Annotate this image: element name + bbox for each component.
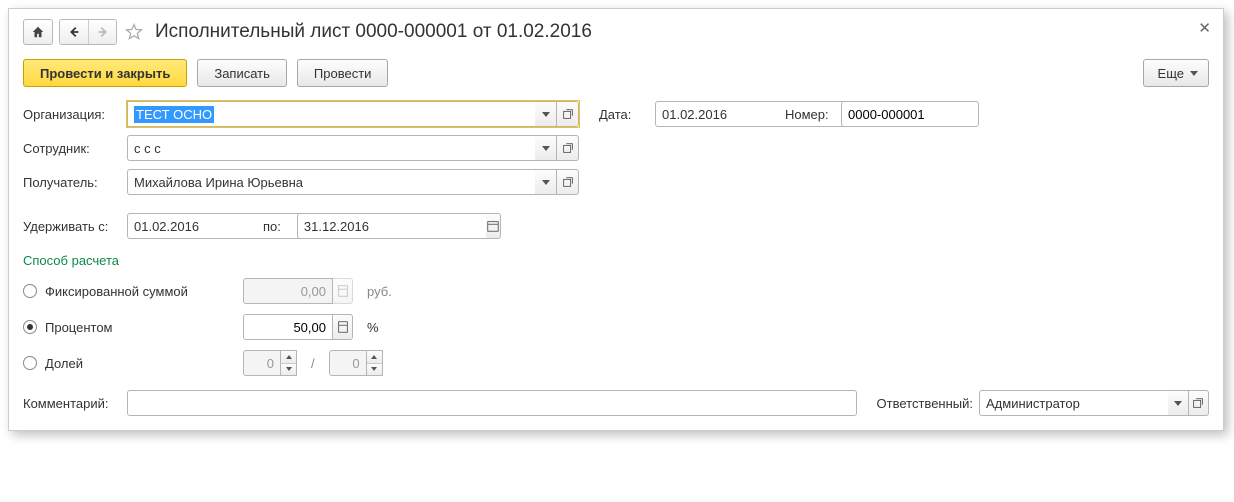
number-input[interactable] — [841, 101, 979, 127]
recipient-field-group — [127, 169, 579, 195]
fraction-slash: / — [311, 356, 315, 371]
fraction-num-input — [243, 350, 281, 376]
withhold-from-label: Удерживать с: — [23, 219, 121, 234]
radio-fixed-amount-label: Фиксированной суммой — [45, 284, 235, 299]
percent-unit: % — [367, 320, 379, 335]
responsible-input[interactable] — [979, 390, 1168, 416]
organization-label: Организация: — [23, 107, 121, 122]
forward-button[interactable] — [88, 20, 116, 44]
withhold-from-input[interactable] — [127, 213, 316, 239]
chevron-down-icon — [542, 180, 550, 185]
fraction-den-spinner — [367, 350, 383, 376]
chevron-down-icon — [542, 146, 550, 151]
chevron-down-icon — [286, 367, 292, 371]
recipient-open-button[interactable] — [557, 169, 579, 195]
arrow-left-icon — [67, 25, 81, 39]
withhold-to-calendar-button[interactable] — [486, 213, 501, 239]
more-button[interactable]: Еще — [1143, 59, 1209, 87]
spin-down — [281, 364, 296, 376]
withhold-to-group — [297, 213, 417, 239]
employee-open-button[interactable] — [557, 135, 579, 161]
percent-input[interactable] — [243, 314, 333, 340]
footer-row: Комментарий: Ответственный: — [23, 390, 1209, 416]
responsible-label: Ответственный: — [877, 396, 973, 411]
open-external-icon — [561, 107, 575, 121]
responsible-open-button[interactable] — [1189, 390, 1210, 416]
date-label: Дата: — [599, 107, 649, 122]
recipient-dropdown-button[interactable] — [535, 169, 557, 195]
withhold-to-label: по: — [263, 219, 281, 234]
fixed-amount-calc-button — [333, 278, 353, 304]
comment-label: Комментарий: — [23, 396, 121, 411]
organization-open-button[interactable] — [557, 101, 579, 127]
spin-down — [367, 364, 382, 376]
open-external-icon — [1191, 396, 1205, 410]
home-icon — [31, 25, 45, 39]
chevron-down-icon — [1174, 401, 1182, 406]
chevron-down-icon — [1190, 71, 1198, 76]
radio-fraction-label: Долей — [45, 356, 235, 371]
withhold-from-group — [127, 213, 247, 239]
star-icon — [124, 22, 144, 42]
number-label: Номер: — [785, 107, 835, 122]
employee-field-group — [127, 135, 579, 161]
comment-input[interactable] — [127, 390, 857, 416]
organization-input[interactable]: ТЕСТ ОСНО — [127, 101, 535, 127]
radio-percent[interactable] — [23, 320, 37, 334]
save-button[interactable]: Записать — [197, 59, 287, 87]
responsible-dropdown-button[interactable] — [1168, 390, 1189, 416]
close-icon[interactable]: ✕ — [1198, 19, 1211, 37]
recipient-input[interactable] — [127, 169, 535, 195]
date-field-group — [655, 101, 765, 127]
favorite-button[interactable] — [123, 21, 145, 43]
post-button[interactable]: Провести — [297, 59, 389, 87]
employee-dropdown-button[interactable] — [535, 135, 557, 161]
arrow-right-icon — [96, 25, 110, 39]
organization-field-group: ТЕСТ ОСНО — [127, 101, 579, 127]
header-bar: Исполнительный лист 0000-000001 от 01.02… — [23, 19, 1209, 45]
fraction-den-input — [329, 350, 367, 376]
calculator-icon — [336, 284, 350, 298]
calc-method-title: Способ расчета — [23, 253, 1209, 268]
back-button[interactable] — [60, 20, 88, 44]
rub-unit: руб. — [367, 284, 392, 299]
responsible-group — [979, 390, 1209, 416]
calculator-icon — [336, 320, 350, 334]
organization-value: ТЕСТ ОСНО — [134, 106, 214, 123]
fixed-amount-input — [243, 278, 333, 304]
spin-up — [281, 351, 296, 364]
spin-up — [367, 351, 382, 364]
comment-group — [127, 390, 857, 416]
fraction-num-group — [243, 350, 297, 376]
employee-label: Сотрудник: — [23, 141, 121, 156]
toolbar: Провести и закрыть Записать Провести Еще — [23, 59, 1209, 87]
withhold-to-input[interactable] — [297, 213, 486, 239]
fixed-amount-group — [243, 278, 353, 304]
chevron-up-icon — [286, 355, 292, 359]
open-external-icon — [561, 175, 575, 189]
home-button[interactable] — [23, 19, 53, 45]
organization-dropdown-button[interactable] — [535, 101, 557, 127]
radio-fraction[interactable] — [23, 356, 37, 370]
open-external-icon — [561, 141, 575, 155]
fraction-num-spinner — [281, 350, 297, 376]
page-title: Исполнительный лист 0000-000001 от 01.02… — [155, 21, 592, 43]
fraction-den-group — [329, 350, 383, 376]
chevron-up-icon — [371, 355, 377, 359]
chevron-down-icon — [542, 112, 550, 117]
recipient-label: Получатель: — [23, 175, 121, 190]
chevron-down-icon — [371, 367, 377, 371]
radio-fixed-amount[interactable] — [23, 284, 37, 298]
calendar-icon — [486, 219, 500, 233]
document-window: ✕ Исполнительный лист 0000-000001 от 01.… — [8, 8, 1224, 431]
employee-input[interactable] — [127, 135, 535, 161]
radio-percent-label: Процентом — [45, 320, 235, 335]
nav-back-forward — [59, 19, 117, 45]
post-and-close-button[interactable]: Провести и закрыть — [23, 59, 187, 87]
percent-group — [243, 314, 353, 340]
more-label: Еще — [1158, 66, 1184, 81]
percent-calc-button[interactable] — [333, 314, 353, 340]
